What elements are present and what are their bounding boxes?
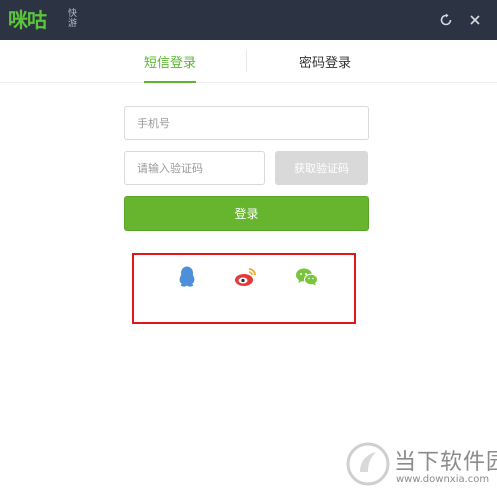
tab-sms-login[interactable]: 短信登录 xyxy=(110,40,230,83)
tab-sms-label: 短信登录 xyxy=(143,55,196,71)
wechat-login-button[interactable] xyxy=(295,264,319,290)
wechat-icon xyxy=(296,268,318,286)
weibo-icon xyxy=(235,268,256,286)
close-button[interactable] xyxy=(465,10,485,30)
qq-login-button[interactable] xyxy=(175,264,199,290)
phone-input[interactable] xyxy=(124,106,369,140)
watermark-logo-icon xyxy=(346,442,390,486)
downxia-watermark: 当下软件园 www.downxia.com xyxy=(346,440,497,496)
tab-password-login[interactable]: 密码登录 xyxy=(265,40,385,82)
verification-code-input[interactable] xyxy=(124,151,265,185)
weibo-login-button[interactable] xyxy=(234,264,258,290)
refresh-icon xyxy=(440,13,452,26)
login-button[interactable]: 登录 xyxy=(124,196,369,231)
tab-password-label: 密码登录 xyxy=(298,55,351,71)
get-code-button[interactable]: 获取验证码 xyxy=(275,151,368,185)
logo-text: 咪咕 xyxy=(8,8,47,32)
logo-subtext: 快游 xyxy=(68,9,78,29)
qq-icon xyxy=(179,266,195,287)
watermark-title: 当下软件园 xyxy=(394,450,497,475)
migu-logo: 咪咕 快游 xyxy=(8,4,88,36)
tab-divider xyxy=(246,50,247,72)
login-label: 登录 xyxy=(234,207,259,221)
refresh-button[interactable] xyxy=(436,10,456,30)
get-code-label: 获取验证码 xyxy=(294,162,349,175)
login-tabs: 短信登录 密码登录 xyxy=(0,40,497,83)
active-tab-indicator xyxy=(144,81,196,83)
watermark-url: www.downxia.com xyxy=(396,474,490,485)
close-icon xyxy=(470,15,480,25)
title-bar: 咪咕 快游 xyxy=(0,0,497,40)
